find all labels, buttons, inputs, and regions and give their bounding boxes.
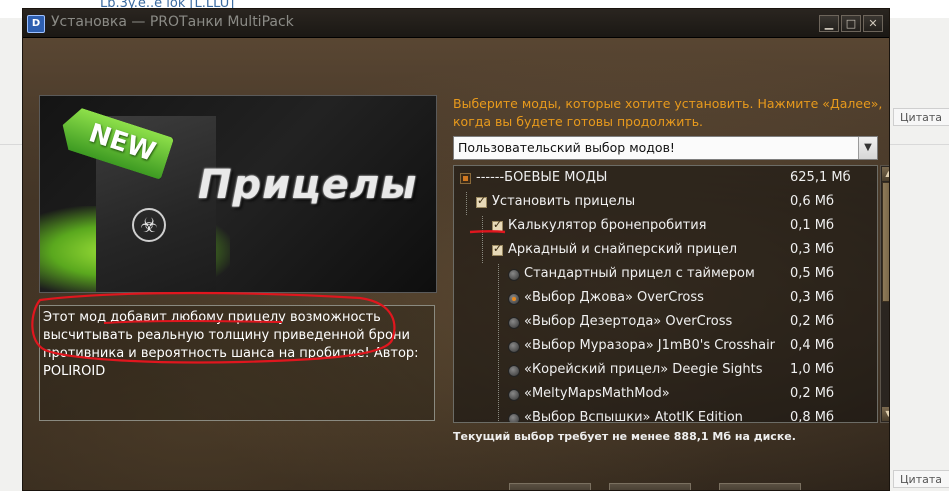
tree-guide-line <box>498 384 500 407</box>
tree-row-size: 0,1 Мб <box>790 218 835 233</box>
tree-row-label: «Выбор Дезертода» OverCross <box>524 314 733 329</box>
mod-checkbox[interactable] <box>460 173 471 184</box>
tree-guide-line <box>482 216 484 239</box>
scroll-thumb[interactable] <box>882 182 889 302</box>
tree-row-label: Аркадный и снайперский прицел <box>508 242 738 257</box>
back-button[interactable] <box>509 483 591 490</box>
window-title: Установка — PROТанки MultiPack <box>51 14 294 30</box>
tree-row-label: Стандартный прицел с таймером <box>524 266 755 281</box>
quote-button[interactable]: Цитата <box>893 108 949 126</box>
next-button[interactable] <box>609 483 691 490</box>
description-box: Этот мод добавит любому прицелу возможно… <box>39 305 435 421</box>
tree-row-label: «Выбор Вспышки» AtotIK Edition <box>524 410 743 423</box>
tree-row[interactable]: Аркадный и снайперский прицел 0,3 Мб <box>454 240 860 263</box>
mod-checkbox[interactable] <box>492 242 503 256</box>
preview-title: Прицелы <box>198 162 418 208</box>
tree-row-size: 0,3 Мб <box>790 242 835 257</box>
minimize-button[interactable]: ▁ <box>819 15 839 32</box>
instructions-text: Выберите моды, которые хотите установить… <box>453 96 883 129</box>
tree-row-size: 0,4 Мб <box>790 338 835 353</box>
mod-preset-select[interactable]: Пользовательский выбор модов! ▼ <box>453 136 878 160</box>
tree-row-size: 0,8 Мб <box>790 410 835 423</box>
tree-guide-line <box>498 264 500 287</box>
tree-row[interactable]: «MeltyMapsMathMod» 0,2 Мб <box>454 384 860 407</box>
mod-radio[interactable] <box>508 389 520 401</box>
mod-description: Этот мод добавит любому прицелу возможно… <box>43 310 419 379</box>
tree-row[interactable]: «Выбор Джова» OverCross 0,3 Мб <box>454 288 860 311</box>
mod-radio[interactable] <box>508 341 520 353</box>
tree-guide-line <box>498 336 500 359</box>
tree-row-size: 0,5 Мб <box>790 266 835 281</box>
scroll-up-icon[interactable]: ▲ <box>882 167 889 181</box>
select-value: Пользовательский выбор модов! <box>458 140 675 155</box>
tree-row[interactable]: «Корейский прицел» Deegie Sights 1,0 Мб <box>454 360 860 383</box>
tree-guide-line <box>498 288 500 311</box>
tree-guide-line <box>466 192 468 215</box>
tree-row-size: 0,2 Мб <box>790 314 835 329</box>
mod-checkbox[interactable] <box>492 218 503 232</box>
tree-guide-line <box>498 360 500 383</box>
tree-row-label: «MeltyMapsMathMod» <box>524 386 670 401</box>
tree-row[interactable]: «Выбор Муразора» J1mB0's Crosshair 0,4 Мб <box>454 336 860 359</box>
tree-guide-line <box>498 408 500 422</box>
mod-tree[interactable]: ------БОЕВЫЕ МОДЫ 625,1 Мб Установить приц… <box>453 165 878 423</box>
tree-row[interactable]: Калькулятор бронепробития 0,1 Мб <box>454 216 860 239</box>
mod-radio[interactable] <box>508 317 520 329</box>
tree-guide-line <box>482 240 484 263</box>
mod-radio[interactable] <box>508 413 520 422</box>
tree-row[interactable]: ------БОЕВЫЕ МОДЫ 625,1 Мб <box>454 168 860 191</box>
tree-row[interactable]: Установить прицелы 0,6 Мб <box>454 192 860 215</box>
tree-row-size: 1,0 Мб <box>790 362 835 377</box>
tree-row[interactable]: «Выбор Дезертода» OverCross 0,2 Мб <box>454 312 860 335</box>
tree-row-label: Установить прицелы <box>492 194 636 209</box>
tree-row-size: 0,3 Мб <box>790 290 835 305</box>
tree-row-size: 0,6 Мб <box>790 194 835 209</box>
tree-row-label: ------БОЕВЫЕ МОДЫ <box>476 170 608 185</box>
tree-row-size: 0,2 Мб <box>790 386 835 401</box>
tree-row-label: «Выбор Муразора» J1mB0's Crosshair <box>524 338 776 353</box>
quote-button[interactable]: Цитата <box>893 470 949 488</box>
mod-radio[interactable] <box>508 365 520 377</box>
tree-guide-line <box>498 312 500 335</box>
biohazard-icon: ☣ <box>132 208 166 242</box>
mod-radio[interactable] <box>508 293 520 305</box>
disk-space-status: Текущий выбор требует не менее 888,1 Мб … <box>453 430 796 443</box>
mod-checkbox[interactable] <box>476 194 487 208</box>
tree-row-label: «Корейский прицел» Deegie Sights <box>524 362 763 377</box>
tree-row[interactable]: «Выбор Вспышки» AtotIK Edition 0,8 Мб <box>454 408 860 423</box>
installer-window: D Установка — PROТанки MultiPack ▁ □ ✕ ☣… <box>22 8 890 491</box>
tree-row[interactable]: Стандартный прицел с таймером 0,5 Мб <box>454 264 860 287</box>
tree-row-label: Калькулятор бронепробития <box>508 218 707 233</box>
maximize-button[interactable]: □ <box>841 15 861 32</box>
bottom-buttons <box>509 483 889 490</box>
title-bar[interactable]: D Установка — PROТанки MultiPack ▁ □ ✕ <box>23 9 889 38</box>
chevron-down-icon[interactable]: ▼ <box>858 137 877 159</box>
tree-row-size: 625,1 Мб <box>790 170 851 185</box>
close-button[interactable]: ✕ <box>863 15 883 32</box>
mod-preview-image: ☣ NEW Прицелы <box>39 95 437 293</box>
scroll-down-icon[interactable]: ▼ <box>882 407 889 421</box>
app-icon: D <box>27 15 45 33</box>
tree-row-label: «Выбор Джова» OverCross <box>524 290 704 305</box>
tree-scrollbar[interactable]: ▲ ▼ <box>880 165 889 423</box>
mod-radio[interactable] <box>508 269 520 281</box>
cancel-button[interactable] <box>719 483 801 490</box>
